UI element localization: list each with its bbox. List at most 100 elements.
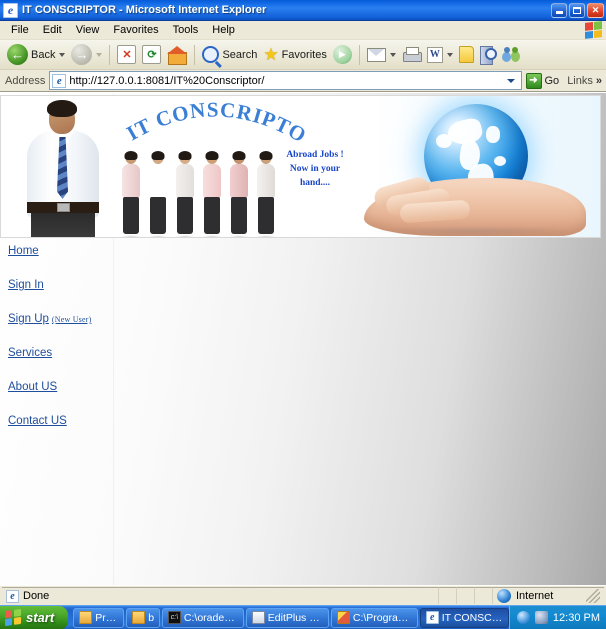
nav-link-contact-us[interactable]: Contact US: [8, 415, 108, 427]
taskbar-item-editplus[interactable]: EditPlus - [E:\Pr...: [245, 607, 329, 628]
address-url-text: http://127.0.0.1:8081/IT%20Conscriptor/: [69, 74, 265, 87]
taskbar-item-bin[interactable]: bin: [126, 607, 160, 628]
minimize-button[interactable]: [551, 2, 567, 18]
printer-icon: [402, 47, 422, 62]
messenger-icon: [501, 46, 520, 63]
nav-label-about-us: About US: [8, 381, 58, 393]
stop-icon: ✕: [117, 45, 137, 64]
nav-label-services: Services: [8, 347, 53, 359]
menu-view[interactable]: View: [69, 22, 107, 38]
banner-arc-title-text: IT CONSCRIPTOR: [115, 95, 311, 148]
address-bar: Address http://127.0.0.1:8081/IT%20Consc…: [0, 70, 606, 92]
slogan-line-1: Abroad Jobs !: [286, 150, 344, 160]
browser-toolbar: ← Back → ✕ ⟳ Search ★ Favorites ▶ W: [0, 40, 606, 70]
menu-file[interactable]: File: [4, 22, 36, 38]
maximize-restore-button[interactable]: [569, 2, 585, 18]
research-icon: [479, 46, 497, 65]
status-message-pane: Done: [2, 587, 438, 604]
nav-link-home[interactable]: Home: [8, 245, 108, 257]
favorites-button[interactable]: ★ Favorites: [260, 43, 330, 67]
slogan-line-3: hand....: [299, 178, 331, 188]
home-icon: [167, 45, 188, 65]
status-pane-3: [474, 587, 492, 604]
page-favicon: [52, 73, 67, 88]
favorites-label: Favorites: [281, 48, 327, 61]
internet-zone-icon: [497, 589, 511, 603]
status-bar: Done Internet: [0, 585, 606, 605]
console-icon: c:\: [167, 611, 181, 624]
search-button[interactable]: Search: [199, 43, 260, 67]
toolbar-separator: [194, 44, 196, 65]
nav-link-sign-in[interactable]: Sign In: [8, 279, 108, 291]
edit-dropdown-icon[interactable]: [446, 52, 453, 57]
menu-help[interactable]: Help: [205, 22, 242, 38]
stop-button[interactable]: ✕: [114, 43, 139, 67]
taskbar-clock: 12:30 PM: [552, 611, 600, 624]
links-label: Links: [567, 74, 593, 87]
back-label: Back: [31, 48, 56, 61]
professionals-group-photo: [119, 144, 279, 237]
taskbar-item-program-files[interactable]: C:\Program Files...: [330, 607, 418, 628]
mail-dropdown-icon[interactable]: [389, 52, 396, 57]
chevron-right-icon[interactable]: »: [596, 75, 602, 87]
volume-icon[interactable]: [516, 611, 530, 624]
menu-favorites[interactable]: Favorites: [106, 22, 165, 38]
nav-label-contact-us: Contact US: [8, 415, 67, 427]
back-arrow-icon: ←: [7, 44, 28, 65]
slogan-line-2: Now in your: [289, 164, 341, 174]
status-pane-2: [456, 587, 474, 604]
nav-label-sign-up: Sign Up: [8, 313, 49, 325]
taskbar-item-oradexe[interactable]: c:\ C:\oradexe\app...: [161, 607, 244, 628]
ie-browser-window: IT CONSCRIPTOR - Microsoft Internet Expl…: [0, 0, 606, 629]
start-button[interactable]: start: [0, 605, 69, 629]
word-edit-icon: W: [426, 46, 443, 63]
resize-grip[interactable]: [586, 589, 600, 603]
address-input[interactable]: http://127.0.0.1:8081/IT%20Conscriptor/: [49, 71, 522, 90]
star-icon: ★: [263, 45, 279, 64]
menu-bar: File Edit View Favorites Tools Help: [0, 21, 606, 40]
nav-link-about-us[interactable]: About US: [8, 381, 108, 393]
forward-button[interactable]: →: [68, 43, 105, 67]
edit-button[interactable]: W: [424, 43, 456, 67]
links-bar[interactable]: Links »: [567, 75, 602, 87]
toolbar-separator: [358, 44, 360, 65]
taskbar-label-editplus: EditPlus - [E:\Pr...: [267, 611, 323, 624]
nav-link-services[interactable]: Services: [8, 347, 108, 359]
refresh-icon: ⟳: [142, 45, 162, 64]
nav-label-home: Home: [8, 245, 39, 257]
banner-slogan: Abroad Jobs ! Now in your hand....: [277, 148, 353, 190]
toolbar-separator: [109, 44, 111, 65]
back-dropdown-icon[interactable]: [59, 52, 66, 57]
home-button[interactable]: [164, 43, 190, 67]
taskbar-item-projects[interactable]: Projects: [73, 607, 125, 628]
search-label: Search: [222, 48, 258, 61]
go-arrow-icon: ➜: [525, 72, 542, 89]
ie-icon: [425, 611, 439, 624]
go-button[interactable]: ➜ Go: [525, 72, 559, 89]
taskbar-item-it-conscriptor[interactable]: IT CONSCRIPTO...: [419, 607, 509, 628]
taskbar-label-bin: bin: [148, 611, 154, 624]
security-zone-label: Internet: [516, 590, 554, 602]
back-button[interactable]: ← Back: [4, 43, 68, 67]
menu-edit[interactable]: Edit: [36, 22, 69, 38]
refresh-button[interactable]: ⟳: [139, 43, 164, 67]
forward-arrow-icon: →: [71, 44, 93, 65]
media-button[interactable]: ▶: [330, 43, 355, 67]
web-page: IT CONSCRIPTOR Abroad Jobs ! Now in your…: [0, 93, 606, 585]
network-icon[interactable]: [534, 611, 548, 624]
globe-in-hand-photo: [354, 96, 594, 237]
window-controls: ✕: [551, 2, 604, 18]
ie-logo-icon: [3, 2, 18, 18]
nav-link-sign-up[interactable]: Sign Up (New User): [8, 313, 108, 325]
taskbar-buttons: Projects bin c:\ C:\oradexe\app... EditP…: [73, 607, 509, 628]
folder-icon: [132, 611, 146, 624]
address-dropdown-icon[interactable]: [504, 72, 519, 89]
discuss-button[interactable]: [456, 43, 477, 67]
banner-arc-title: IT CONSCRIPTOR: [115, 96, 310, 148]
close-button[interactable]: ✕: [587, 2, 604, 18]
research-button[interactable]: [477, 43, 499, 67]
print-button[interactable]: [399, 43, 424, 67]
messenger-button[interactable]: [499, 43, 523, 67]
mail-button[interactable]: [364, 43, 399, 67]
menu-tools[interactable]: Tools: [166, 22, 206, 38]
